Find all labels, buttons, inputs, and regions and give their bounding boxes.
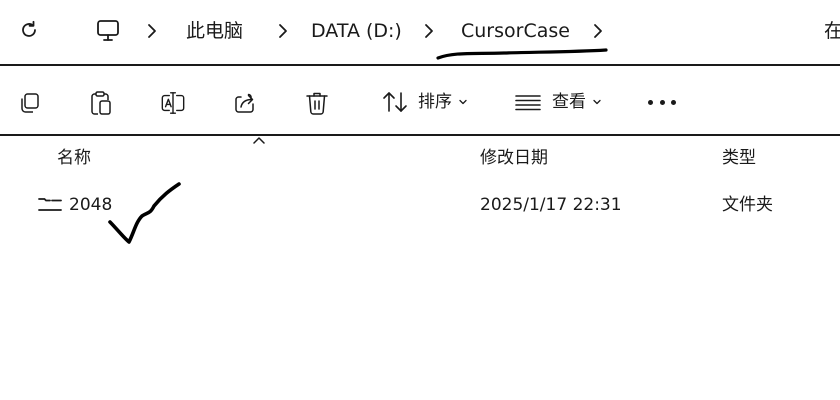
chevron-right-icon[interactable]: [591, 22, 605, 40]
view-list-icon: [514, 92, 542, 112]
divider: [0, 134, 840, 136]
sort-label: 排序: [418, 92, 452, 112]
sort-ascending-icon: [253, 137, 265, 144]
rename-icon[interactable]: [160, 90, 186, 116]
column-header-name[interactable]: 名称: [57, 146, 91, 170]
copy-icon[interactable]: [16, 90, 42, 116]
chevron-down-icon: [592, 98, 602, 106]
command-bar: 排序 查看: [0, 66, 840, 134]
more-icon[interactable]: [648, 96, 676, 108]
chevron-down-icon: [458, 98, 468, 106]
sort-icon: [382, 90, 408, 114]
refresh-icon[interactable]: [17, 18, 41, 42]
chevron-right-icon[interactable]: [145, 22, 159, 40]
trash-icon[interactable]: [304, 90, 330, 116]
column-header-modified[interactable]: 修改日期: [480, 146, 548, 170]
folder-icon: [38, 198, 62, 211]
breadcrumb-data-drive[interactable]: DATA (D:): [311, 18, 402, 44]
view-label: 查看: [552, 92, 586, 112]
monitor-icon[interactable]: [94, 17, 122, 45]
share-icon[interactable]: [232, 90, 258, 116]
search-box-cutoff[interactable]: 在: [824, 18, 840, 44]
breadcrumb-cursorcase[interactable]: CursorCase: [461, 18, 570, 44]
annotation-underline: [436, 48, 608, 60]
chevron-right-icon[interactable]: [422, 22, 436, 40]
breadcrumb-this-pc[interactable]: 此电脑: [186, 18, 243, 44]
address-bar: 此电脑 DATA (D:) CursorCase 在: [0, 0, 840, 64]
file-name: 2048: [69, 195, 113, 215]
file-type: 文件夹: [722, 195, 773, 215]
paste-icon[interactable]: [88, 90, 114, 116]
sort-button[interactable]: 排序: [382, 88, 468, 116]
view-button[interactable]: 查看: [514, 88, 602, 116]
chevron-right-icon[interactable]: [276, 22, 290, 40]
file-modified-date: 2025/1/17 22:31: [480, 195, 622, 215]
column-header-type[interactable]: 类型: [722, 146, 756, 170]
list-item[interactable]: 2048 2025/1/17 22:31 文件夹: [30, 188, 830, 222]
